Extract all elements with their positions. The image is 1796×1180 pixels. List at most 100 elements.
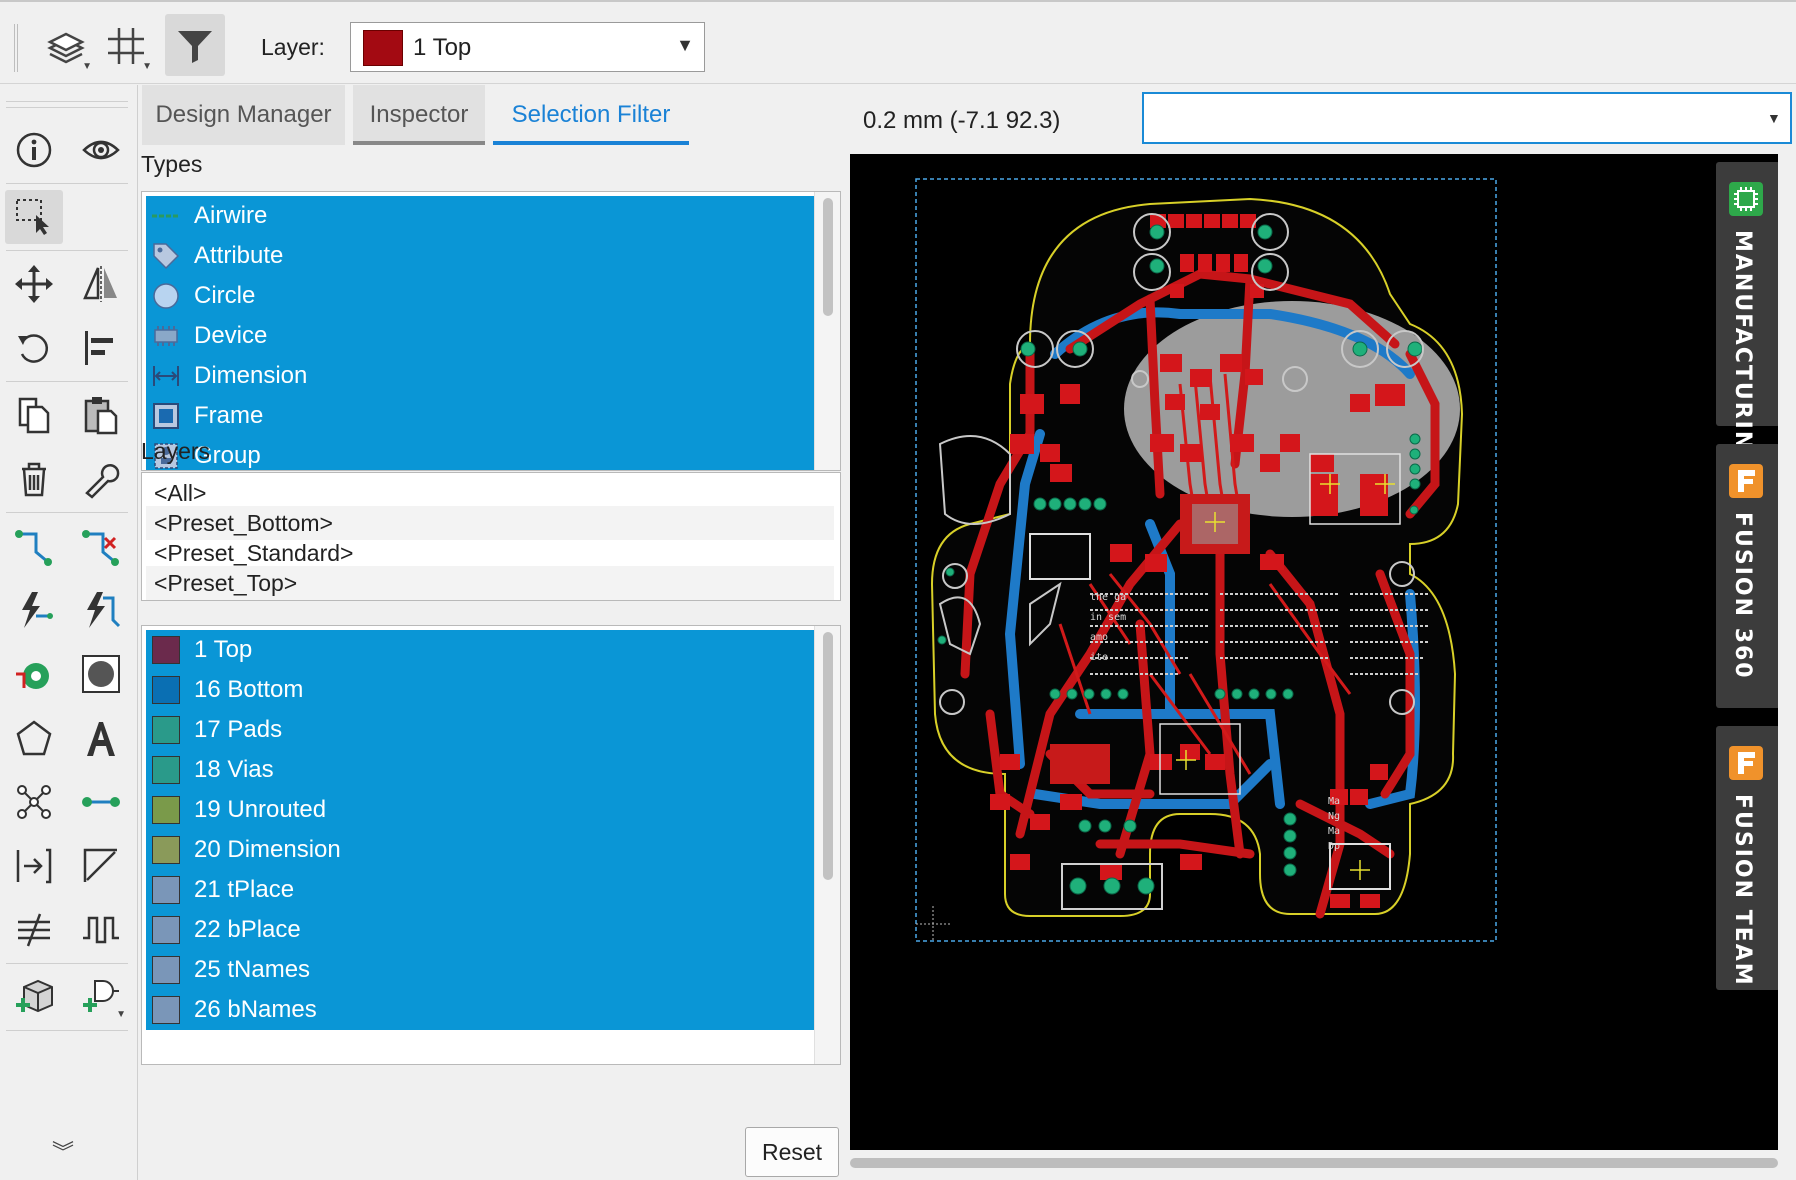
fanout-button[interactable] [5, 903, 63, 957]
layer-presets-list[interactable]: <All> <Preset_Bottom> <Preset_Standard> … [141, 472, 841, 601]
toolbar-divider [6, 183, 128, 184]
command-line-input[interactable] [1142, 92, 1792, 144]
toolbar-divider [6, 963, 128, 964]
list-item-label: 19 Unrouted [194, 796, 327, 823]
list-item-preset[interactable]: <Preset_Top> [146, 566, 834, 600]
fusion-360-tab[interactable]: FUSION 360 [1716, 444, 1778, 708]
toolbar-divider [6, 381, 128, 382]
list-item-dimension[interactable]: Dimension [146, 356, 814, 396]
list-item-layer-dimension[interactable]: 20 Dimension [146, 830, 814, 870]
manufacturing-tab-label: MANUFACTURING [1730, 230, 1755, 472]
list-item-preset[interactable]: <Preset_Bottom> [146, 506, 834, 540]
list-item-layer-vias[interactable]: 18 Vias [146, 750, 814, 790]
list-item-label: 1 Top [194, 636, 253, 663]
reset-button[interactable]: Reset [745, 1127, 839, 1177]
list-item-attribute[interactable]: Attribute [146, 236, 814, 276]
wire-button[interactable] [72, 775, 130, 829]
manufacturing-tab[interactable]: MANUFACTURING [1716, 162, 1778, 471]
rotate-button[interactable] [5, 321, 63, 375]
fusion-logo-icon [1729, 464, 1763, 498]
tab-design-manager[interactable]: Design Manager [142, 85, 345, 145]
list-item-frame[interactable]: Frame [146, 396, 814, 436]
fusion-team-tab-label: FUSION TEAM [1730, 794, 1755, 987]
layers-label: Layers [141, 438, 211, 464]
move-button[interactable] [5, 257, 63, 311]
attribute-icon [152, 242, 180, 270]
scrollbar-thumb[interactable] [850, 1158, 1778, 1168]
change-button[interactable] [72, 452, 130, 506]
tab-label: Inspector [369, 101, 469, 128]
delete-button[interactable] [5, 452, 63, 506]
text-button[interactable] [72, 711, 130, 765]
list-item-layer-tnames[interactable]: 25 tNames [146, 950, 814, 990]
grid-button[interactable]: ▼ [96, 14, 156, 76]
layers-scrollbar[interactable] [814, 626, 840, 1064]
list-item-layer-unrouted[interactable]: 19 Unrouted [146, 790, 814, 830]
info-button[interactable] [5, 123, 63, 177]
mirror-button[interactable] [72, 257, 130, 311]
copy-button[interactable] [5, 388, 63, 442]
autorouter-button[interactable] [5, 583, 63, 637]
layers-list[interactable]: 1 Top 16 Bottom 17 Pads 18 Vias 19 Unrou… [141, 625, 841, 1065]
list-item-label: 20 Dimension [194, 836, 341, 863]
list-item-label: 17 Pads [194, 716, 283, 743]
toolbar-grip[interactable] [6, 101, 128, 102]
airwire-icon [152, 202, 180, 230]
list-item-layer-top[interactable]: 1 Top [146, 630, 814, 670]
chevron-down-icon[interactable]: ▼ [1767, 110, 1781, 126]
route-button[interactable] [5, 519, 63, 573]
show-button[interactable] [72, 123, 130, 177]
toolbar-divider [6, 512, 128, 513]
add-gate-button[interactable]: ▼ [72, 970, 130, 1024]
list-item-layer-tplace[interactable]: 21 tPlace [146, 870, 814, 910]
toolbar-divider [6, 250, 128, 251]
paste-button[interactable] [72, 388, 130, 442]
left-toolbar: ▼ ︾ [0, 85, 138, 1180]
list-item-preset[interactable]: <Preset_Standard> [146, 536, 834, 570]
fusion-360-tab-label: FUSION 360 [1730, 512, 1755, 680]
chevron-down-icon: ▼ [116, 1009, 126, 1020]
toolbar-grip[interactable] [14, 24, 18, 72]
chevron-down-icon: ▼ [82, 61, 92, 72]
tab-selection-filter[interactable]: Selection Filter [493, 85, 689, 145]
more-tools-icon[interactable]: ︾ [52, 1135, 74, 1167]
tab-inspector[interactable]: Inspector [353, 85, 485, 145]
layers-button[interactable]: ▼ [36, 14, 96, 76]
optimize-button[interactable] [72, 583, 130, 637]
list-item-airwire[interactable]: Airwire [146, 196, 814, 236]
circle-icon [152, 282, 180, 310]
list-item-layer-pads[interactable]: 17 Pads [146, 710, 814, 750]
scrollbar-thumb[interactable] [823, 198, 833, 316]
list-item-layer-bnames[interactable]: 26 bNames [146, 990, 814, 1030]
ripup-button[interactable] [72, 519, 130, 573]
select-button[interactable] [5, 190, 63, 244]
list-item-label: Airwire [194, 202, 268, 229]
meander-button[interactable] [72, 903, 130, 957]
list-item-device[interactable]: Device [146, 316, 814, 356]
arc-button[interactable] [72, 839, 130, 893]
list-item-label: Attribute [194, 242, 284, 269]
chip-icon [1729, 182, 1763, 216]
align-button[interactable] [72, 321, 130, 375]
via-button[interactable] [5, 647, 63, 701]
types-list[interactable]: Airwire Attribute Circle Device Dimensio… [141, 191, 841, 471]
signal-button[interactable] [5, 839, 63, 893]
list-item-layer-bplace[interactable]: 22 bPlace [146, 910, 814, 950]
polygon-button[interactable] [5, 711, 63, 765]
list-item-group[interactable]: Group [146, 436, 814, 470]
scrollbar-thumb[interactable] [823, 632, 833, 880]
list-item-preset[interactable]: <All> [146, 476, 834, 510]
tab-underline [493, 141, 689, 145]
selection-filter-button[interactable] [165, 14, 225, 76]
canvas-horizontal-scrollbar[interactable] [850, 1155, 1778, 1171]
add-part-button[interactable] [5, 970, 63, 1024]
hole-button[interactable] [72, 647, 130, 701]
net-button[interactable] [5, 775, 63, 829]
types-scrollbar[interactable] [814, 192, 840, 470]
pcb-board-view[interactable]: the ga in sem amo ite Ma Ng Ma Dp MANUFA… [850, 154, 1778, 1150]
fusion-team-tab[interactable]: FUSION TEAM [1716, 726, 1778, 990]
list-item-layer-bottom[interactable]: 16 Bottom [146, 670, 814, 710]
list-item-circle[interactable]: Circle [146, 276, 814, 316]
layer-dropdown[interactable]: 1 Top ▼ [350, 22, 705, 72]
device-icon [152, 322, 180, 350]
